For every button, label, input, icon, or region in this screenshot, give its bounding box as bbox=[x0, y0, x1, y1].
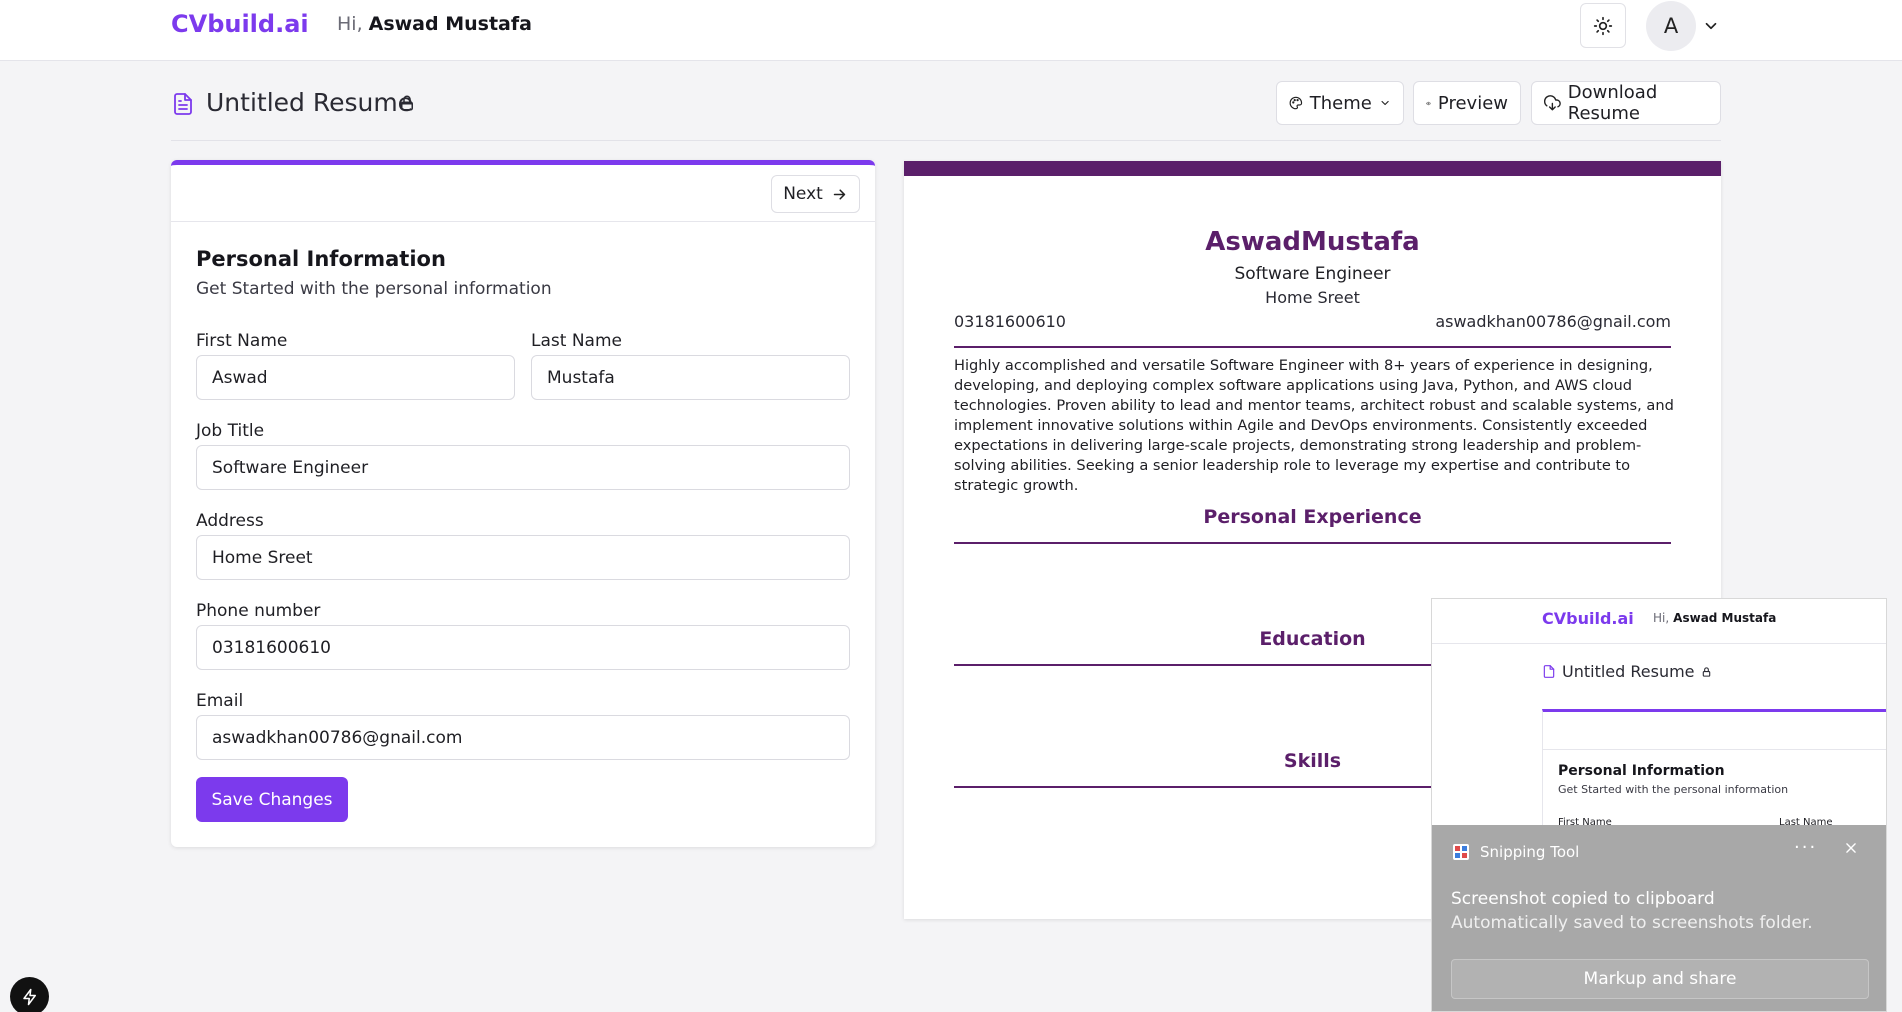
divider bbox=[1543, 749, 1886, 750]
email-input[interactable] bbox=[196, 715, 850, 760]
thumb-doc-title: Untitled Resume bbox=[1542, 662, 1712, 681]
top-navbar: CVbuild.ai Hi, Aswad Mustafa A bbox=[0, 0, 1902, 61]
document-icon bbox=[174, 93, 192, 115]
sun-icon bbox=[1593, 16, 1613, 35]
personal-info-form-card: Next Personal Information Get Started wi… bbox=[171, 160, 875, 847]
address-input[interactable] bbox=[196, 535, 850, 580]
last-name-label: Last Name bbox=[531, 331, 622, 351]
email-label: Email bbox=[196, 691, 244, 711]
thumb-greeting: Hi, Aswad Mustafa bbox=[1653, 611, 1776, 625]
last-name-input[interactable] bbox=[531, 355, 850, 400]
resume-address: Home Sreet bbox=[1265, 288, 1360, 307]
app-name: Snipping Tool bbox=[1480, 843, 1580, 861]
theme-dropdown-button[interactable]: Theme bbox=[1276, 81, 1404, 125]
thumb-section-title: Personal Information bbox=[1558, 763, 1725, 779]
phone-label: Phone number bbox=[196, 601, 321, 621]
first-name-label: First Name bbox=[196, 331, 288, 351]
notification-detail: Automatically saved to screenshots folde… bbox=[1451, 913, 1813, 933]
thumb-title-text: Untitled Resume bbox=[1562, 662, 1695, 681]
arrow-right-icon bbox=[833, 188, 846, 200]
markup-and-share-button[interactable]: Markup and share bbox=[1451, 959, 1869, 999]
logo[interactable]: CVbuild.ai bbox=[171, 10, 309, 38]
thumb-user-name: Aswad Mustafa bbox=[1673, 611, 1777, 625]
resume-summary: Highly accomplished and versatile Softwa… bbox=[954, 357, 1674, 494]
lock-icon bbox=[1702, 666, 1710, 677]
resume-divider bbox=[954, 542, 1671, 544]
user-greeting: Hi, Aswad Mustafa bbox=[337, 13, 532, 35]
document-icon bbox=[1543, 665, 1555, 678]
resume-job-title: Software Engineer bbox=[1234, 264, 1391, 284]
first-name-input[interactable] bbox=[196, 355, 515, 400]
lock-icon[interactable] bbox=[398, 93, 416, 113]
more-options-icon[interactable]: ··· bbox=[1794, 837, 1817, 858]
resume-email: aswadkhan00786@gnail.com bbox=[1435, 312, 1671, 331]
download-label: Download Resume bbox=[1567, 82, 1658, 124]
thumb-logo: CVbuild.ai bbox=[1542, 609, 1634, 628]
preview-button[interactable]: Preview bbox=[1413, 81, 1521, 125]
resume-section-experience: Personal Experience bbox=[1203, 506, 1422, 528]
job-title-input[interactable] bbox=[196, 445, 850, 490]
divider bbox=[1432, 643, 1886, 644]
save-changes-button[interactable]: Save Changes bbox=[196, 777, 348, 822]
palette-icon bbox=[1289, 96, 1303, 110]
resume-accent-bar bbox=[904, 161, 1721, 176]
next-label: Next bbox=[783, 184, 823, 204]
chevron-down-icon[interactable] bbox=[1702, 17, 1720, 35]
screenshot-thumbnail[interactable]: CVbuild.ai Hi, Aswad Mustafa Untitled Res… bbox=[1432, 599, 1886, 825]
chevron-down-icon bbox=[1381, 100, 1389, 106]
job-title-label: Job Title bbox=[196, 421, 265, 441]
thumb-section-subtitle: Get Started with the personal informatio… bbox=[1558, 783, 1789, 796]
page-title: Untitled Resume bbox=[206, 88, 414, 117]
section-title: Personal Information bbox=[196, 247, 446, 271]
section-subtitle: Get Started with the personal informatio… bbox=[196, 279, 552, 299]
phone-input[interactable] bbox=[196, 625, 850, 670]
lightning-icon bbox=[22, 988, 36, 1005]
snipping-tool-app: Snipping Tool bbox=[1452, 843, 1579, 861]
avatar[interactable]: A bbox=[1646, 1, 1696, 51]
cloud-download-icon bbox=[1544, 94, 1561, 110]
greeting-text: Hi, bbox=[337, 13, 363, 35]
snipping-tool-notification[interactable]: CVbuild.ai Hi, Aswad Mustafa Untitled Res… bbox=[1431, 598, 1887, 1012]
preview-label: Preview bbox=[1437, 92, 1508, 114]
thumb-first-name-label: First Name bbox=[1558, 817, 1612, 825]
resume-divider bbox=[954, 346, 1671, 348]
next-button[interactable]: Next bbox=[771, 175, 860, 213]
address-label: Address bbox=[196, 511, 264, 531]
user-name: Aswad Mustafa bbox=[368, 13, 532, 35]
notification-message: Screenshot copied to clipboard bbox=[1451, 889, 1715, 909]
dev-tools-button[interactable] bbox=[10, 977, 49, 1012]
eye-icon bbox=[1426, 101, 1431, 105]
close-icon[interactable] bbox=[1844, 841, 1858, 855]
notification-panel: Snipping Tool ··· Screenshot copied to c… bbox=[1432, 825, 1886, 1011]
theme-label: Theme bbox=[1309, 92, 1372, 114]
thumb-last-name-label: Last Name bbox=[1779, 817, 1833, 825]
snipping-tool-icon bbox=[1453, 844, 1469, 860]
theme-toggle-button[interactable] bbox=[1580, 3, 1626, 48]
thumb-form-card: Personal Information Get Started with th… bbox=[1542, 709, 1886, 825]
divider bbox=[171, 221, 875, 222]
resume-phone: 03181600610 bbox=[954, 312, 1066, 331]
download-resume-button[interactable]: Download Resume bbox=[1531, 81, 1721, 125]
thumb-greeting-text: Hi, bbox=[1653, 611, 1670, 625]
divider bbox=[171, 140, 1721, 141]
resume-name: AswadMustafa bbox=[1205, 227, 1420, 257]
